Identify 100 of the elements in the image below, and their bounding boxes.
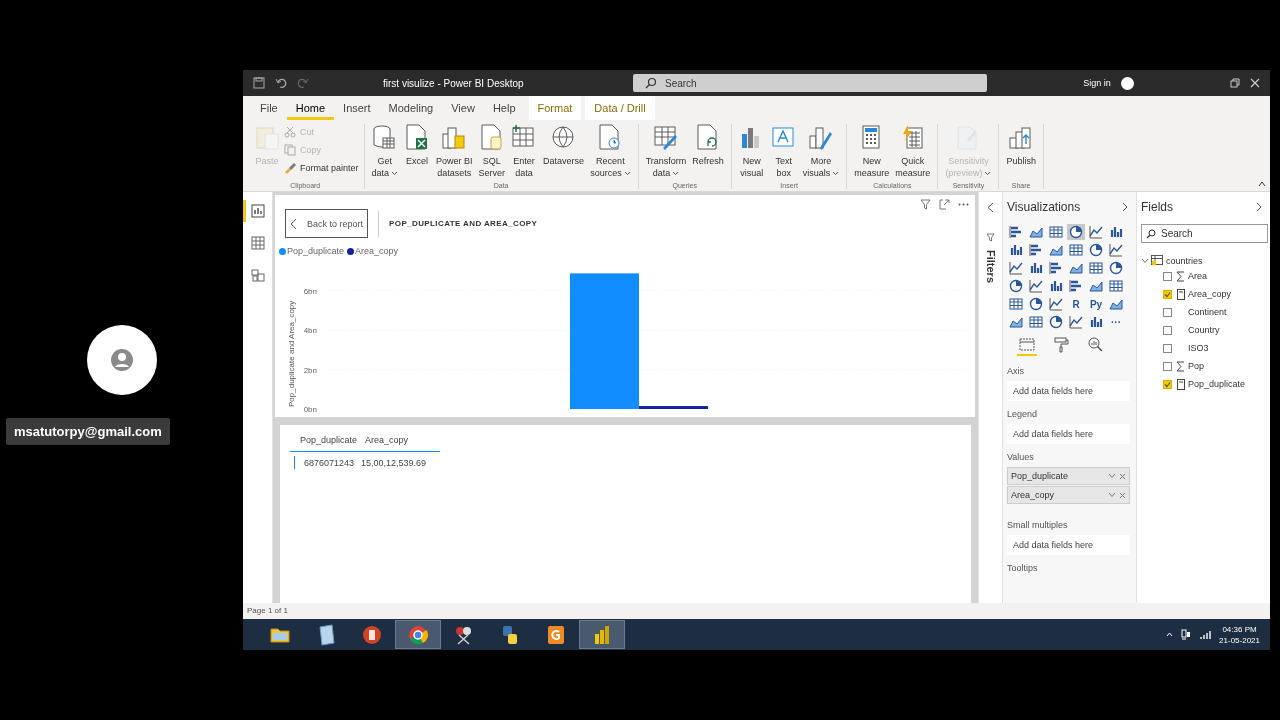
ribbon-button[interactable]: Dataverse (541, 124, 587, 167)
visual-type-button[interactable] (1067, 314, 1085, 330)
visual-type-button[interactable] (1027, 314, 1045, 330)
visual-type-button[interactable] (1047, 296, 1065, 312)
ribbon-button[interactable]: Refresh (690, 124, 726, 167)
table-icon (1089, 261, 1103, 275)
ribbon-tab[interactable]: View (442, 96, 484, 120)
search-field[interactable]: Search (633, 74, 987, 92)
ribbon-tab[interactable]: File (251, 96, 287, 120)
ribbon-tab[interactable]: Insert (334, 96, 380, 120)
field-name[interactable]: Area_copy (1188, 289, 1232, 299)
ribbon-tab[interactable]: Home (286, 96, 335, 120)
export-icon[interactable] (939, 199, 950, 210)
ribbon-tab[interactable]: Format (528, 96, 582, 120)
visual-type-button[interactable] (1107, 242, 1125, 258)
visual-type-button[interactable] (1047, 314, 1065, 330)
checkbox[interactable] (1163, 325, 1172, 335)
network-icon[interactable] (1181, 629, 1192, 640)
chevron-down-icon[interactable] (1108, 492, 1116, 498)
chevron-down-icon[interactable] (1108, 473, 1116, 479)
visual-type-button[interactable]: Py (1087, 296, 1105, 312)
ribbon-button[interactable]: Format painter (284, 160, 359, 176)
ribbon-button[interactable]: New measure (852, 124, 892, 179)
field-name[interactable]: Continent (1188, 307, 1227, 317)
ribbon-button[interactable]: Enter data (509, 124, 540, 179)
field-pill[interactable]: Pop_duplicate (1007, 467, 1130, 485)
ribbon-button[interactable]: Transform data (643, 124, 689, 179)
visual-type-button[interactable] (1087, 224, 1105, 240)
ribbon-button[interactable]: Recent sources (588, 124, 633, 179)
search-field[interactable]: Search (1141, 224, 1268, 243)
column-header[interactable]: Area_copy (365, 435, 409, 445)
visual-type-button[interactable] (1027, 296, 1045, 312)
checkbox[interactable] (1163, 361, 1172, 371)
column-header[interactable]: Pop_duplicate (300, 435, 358, 445)
ribbon-button[interactable]: Power BI datasets (434, 124, 475, 179)
field-name[interactable]: Pop (1188, 361, 1204, 371)
sign-in-link[interactable]: Sign in (1083, 78, 1111, 88)
visual-type-button[interactable] (1047, 224, 1065, 240)
checkbox[interactable] (1163, 343, 1172, 353)
field-name[interactable]: Pop_duplicate (1188, 379, 1246, 389)
checkbox[interactable] (1163, 289, 1172, 299)
close-icon[interactable] (1250, 78, 1260, 88)
avatar-placeholder[interactable] (1120, 76, 1134, 90)
drop-field[interactable]: Add data fields here (1007, 381, 1130, 401)
field-name[interactable]: Country (1188, 325, 1220, 335)
pane-tab[interactable] (1051, 336, 1071, 356)
visual-type-button[interactable] (1107, 278, 1125, 294)
search-placeholder: Search (665, 77, 697, 89)
visual-type-button[interactable]: ··· (1107, 314, 1125, 330)
filter-icon (986, 233, 995, 242)
back-button[interactable]: Back to report (285, 209, 369, 238)
field-pill[interactable]: Area_copy (1007, 486, 1130, 504)
save-icon[interactable] (253, 77, 265, 89)
ribbon-button[interactable]: Publish (1004, 124, 1038, 167)
filters-pane-tab[interactable]: Filters (984, 250, 997, 283)
chevron-right-icon[interactable] (1256, 202, 1262, 212)
signal-bars-icon[interactable] (1199, 630, 1212, 639)
browser-icon (407, 623, 429, 646)
visual-type-button[interactable] (1007, 278, 1025, 294)
visual-type-button[interactable]: R (1067, 296, 1085, 312)
visual-type-button[interactable] (1007, 296, 1025, 312)
ribbon-button[interactable]: Text box (768, 124, 799, 179)
filter-icon[interactable] (920, 199, 931, 210)
undo-icon[interactable] (275, 77, 287, 89)
ribbon-tab[interactable]: Data / Drill (585, 96, 655, 120)
ribbon-tab[interactable]: Help (483, 96, 525, 120)
area-chart-icon (1029, 225, 1043, 239)
chevron-left-icon[interactable] (987, 202, 994, 213)
visual-type-button[interactable] (1087, 242, 1105, 258)
field-name[interactable]: Area (1188, 271, 1207, 281)
checkbox[interactable] (1163, 307, 1172, 317)
chevron-up-icon[interactable] (1258, 181, 1266, 187)
ribbon-tab[interactable]: Modeling (379, 96, 443, 120)
bar-chart-icon (1029, 243, 1043, 257)
visual-type-button[interactable] (1107, 260, 1125, 276)
visual-type-button[interactable] (1067, 224, 1085, 240)
table-node[interactable]: countries (1141, 255, 1203, 266)
ribbon-button[interactable]: Quick measure (893, 124, 933, 179)
drop-field[interactable]: Add data fields here (1007, 424, 1130, 444)
visual-type-button[interactable] (1067, 242, 1085, 258)
chevron-right-icon[interactable] (1122, 202, 1128, 212)
well-label: Small multiples (1007, 520, 1069, 530)
ribbon-button[interactable]: Excel (402, 124, 433, 167)
field-name[interactable]: ISO3 (1188, 343, 1209, 353)
window-title: first visulize - Power BI Desktop (383, 77, 525, 89)
ribbon-button[interactable]: New visual (736, 124, 767, 179)
clock[interactable]: 04:36 PM 21-05-2021 (1219, 624, 1260, 645)
visual-type-button[interactable] (1027, 278, 1045, 294)
redo-icon[interactable] (297, 77, 309, 89)
ribbon-button[interactable]: Get data (369, 124, 401, 179)
visual-type-button[interactable] (1087, 260, 1105, 276)
ribbon-button[interactable]: More visuals (800, 124, 842, 179)
ribbon-button[interactable]: SQL Server (476, 124, 508, 179)
visual-type-button[interactable] (1007, 260, 1025, 276)
checkbox[interactable] (1163, 271, 1172, 281)
checkbox[interactable] (1163, 379, 1172, 389)
well-label: Tooltips (1007, 563, 1039, 573)
restore-icon[interactable] (1230, 78, 1240, 88)
bar-chart-icon (1049, 261, 1063, 275)
drop-field[interactable]: Add data fields here (1007, 535, 1130, 555)
